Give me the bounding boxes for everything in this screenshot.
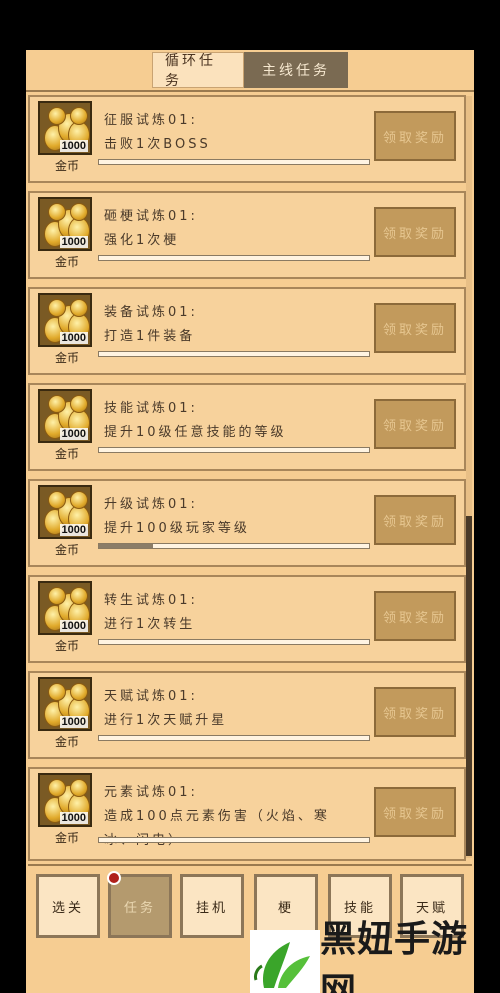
quest-title: 天赋试炼01:: [104, 689, 198, 704]
gold-coin-icon: 1000: [38, 101, 92, 155]
reward-label: 金币: [54, 831, 79, 845]
reward-amount: 1000: [59, 524, 88, 536]
reward-label: 金币: [54, 735, 79, 749]
reward-label: 金币: [54, 447, 79, 461]
quest-progress-bar: [98, 255, 370, 261]
quest-title: 砸梗试炼01:: [104, 209, 198, 224]
claim-reward-button[interactable]: 领取奖励: [374, 399, 456, 449]
tab-cyclic-quests[interactable]: 循环任务: [152, 52, 244, 89]
tab-main-quests[interactable]: 主线任务: [244, 52, 348, 88]
reward-amount: 1000: [59, 428, 88, 440]
gold-coin-icon: 1000: [38, 293, 92, 347]
quest-title: 征服试炼01:: [104, 113, 198, 128]
quest-description: 提升10级任意技能的等级: [104, 425, 287, 440]
nav-button[interactable]: 挂机: [180, 874, 244, 938]
watermark-text: 黑妞手游网: [320, 917, 469, 993]
quest-progress-bar: [98, 447, 370, 453]
coin-stack: [70, 107, 88, 125]
quest-progress-bar: [98, 543, 370, 549]
quest-description: 提升100级玩家等级: [104, 521, 250, 536]
reward-label: 金币: [54, 159, 79, 173]
reward-label: 金币: [54, 255, 79, 269]
quest-description: 进行1次转生: [104, 617, 196, 632]
claim-reward-button[interactable]: 领取奖励: [374, 591, 456, 641]
quest-progress-bar: [98, 735, 370, 741]
scrollbar-thumb[interactable]: [466, 516, 472, 856]
quest-title: 元素试炼01:: [104, 785, 198, 800]
reward-amount: 1000: [59, 812, 88, 824]
quest-description: 强化1次梗: [104, 233, 180, 248]
gold-coin-icon: 1000: [38, 197, 92, 251]
quest-list: 1000 金币 征服试炼01: 击败1次BOSS 领取奖励 1000 金币 砸梗试炼01: 强化…: [28, 95, 466, 869]
quest-progress-fill: [99, 544, 153, 548]
quest-progress-bar: [98, 639, 370, 645]
quest-description: 造成100点元素伤害（火焰、寒冰、闪电）: [104, 809, 330, 848]
coin-stack: [48, 683, 66, 701]
reward-amount: 1000: [59, 716, 88, 728]
coin-stack: [48, 491, 66, 509]
quest-card: 1000 金币 装备试炼01: 打造1件装备 领取奖励: [28, 287, 466, 375]
watermark-logo-icon: [250, 930, 320, 993]
quest-progress-bar: [98, 351, 370, 357]
quest-card: 1000 金币 征服试炼01: 击败1次BOSS 领取奖励: [28, 95, 466, 183]
claim-reward-button[interactable]: 领取奖励: [374, 111, 456, 161]
coin-stack: [48, 299, 66, 317]
claim-reward-button[interactable]: 领取奖励: [374, 207, 456, 257]
quest-title: 技能试炼01:: [104, 401, 198, 416]
coin-stack: [70, 203, 88, 221]
nav-button[interactable]: 选关: [36, 874, 100, 938]
quest-card: 1000 金币 天赋试炼01: 进行1次天赋升星 领取奖励: [28, 671, 466, 759]
watermark: 黑妞手游网: [250, 918, 500, 993]
gold-coin-icon: 1000: [38, 773, 92, 827]
gold-coin-icon: 1000: [38, 389, 92, 443]
claim-reward-button[interactable]: 领取奖励: [374, 687, 456, 737]
quest-title: 转生试炼01:: [104, 593, 198, 608]
coin-stack: [70, 299, 88, 317]
quest-description: 进行1次天赋升星: [104, 713, 228, 728]
reward-label: 金币: [54, 543, 79, 557]
coin-stack: [70, 491, 88, 509]
coin-stack: [70, 779, 88, 797]
reward-amount: 1000: [59, 140, 88, 152]
quest-progress-bar: [98, 837, 370, 843]
quest-progress-bar: [98, 159, 370, 165]
coin-stack: [48, 587, 66, 605]
reward-amount: 1000: [59, 332, 88, 344]
coin-stack: [48, 203, 66, 221]
quest-card: 1000 金币 元素试炼01: 造成100点元素伤害（火焰、寒冰、闪电） 领取奖励: [28, 767, 466, 861]
nav-button[interactable]: 梗: [254, 874, 318, 938]
reward-amount: 1000: [59, 620, 88, 632]
tab-bar: 循环任务 主线任务: [152, 52, 348, 89]
coin-stack: [48, 779, 66, 797]
quest-description: 打造1件装备: [104, 329, 196, 344]
gold-coin-icon: 1000: [38, 677, 92, 731]
divider: [26, 90, 474, 92]
coin-stack: [70, 395, 88, 413]
claim-reward-button[interactable]: 领取奖励: [374, 495, 456, 545]
coin-stack: [48, 395, 66, 413]
quest-title: 装备试炼01:: [104, 305, 198, 320]
quest-card: 1000 金币 技能试炼01: 提升10级任意技能的等级 领取奖励: [28, 383, 466, 471]
coin-stack: [70, 683, 88, 701]
claim-reward-button[interactable]: 领取奖励: [374, 303, 456, 353]
gold-coin-icon: 1000: [38, 581, 92, 635]
coin-stack: [48, 107, 66, 125]
notification-dot: [107, 871, 121, 885]
quest-title: 升级试炼01:: [104, 497, 198, 512]
quest-card: 1000 金币 砸梗试炼01: 强化1次梗 领取奖励: [28, 191, 466, 279]
reward-label: 金币: [54, 639, 79, 653]
reward-amount: 1000: [59, 236, 88, 248]
scrollbar[interactable]: [466, 96, 472, 858]
gold-coin-icon: 1000: [38, 485, 92, 539]
quest-description: 击败1次BOSS: [104, 137, 211, 152]
coin-stack: [70, 587, 88, 605]
quest-card: 1000 金币 转生试炼01: 进行1次转生 领取奖励: [28, 575, 466, 663]
quest-card: 1000 金币 升级试炼01: 提升100级玩家等级 领取奖励: [28, 479, 466, 567]
claim-reward-button[interactable]: 领取奖励: [374, 787, 456, 837]
reward-label: 金币: [54, 351, 79, 365]
